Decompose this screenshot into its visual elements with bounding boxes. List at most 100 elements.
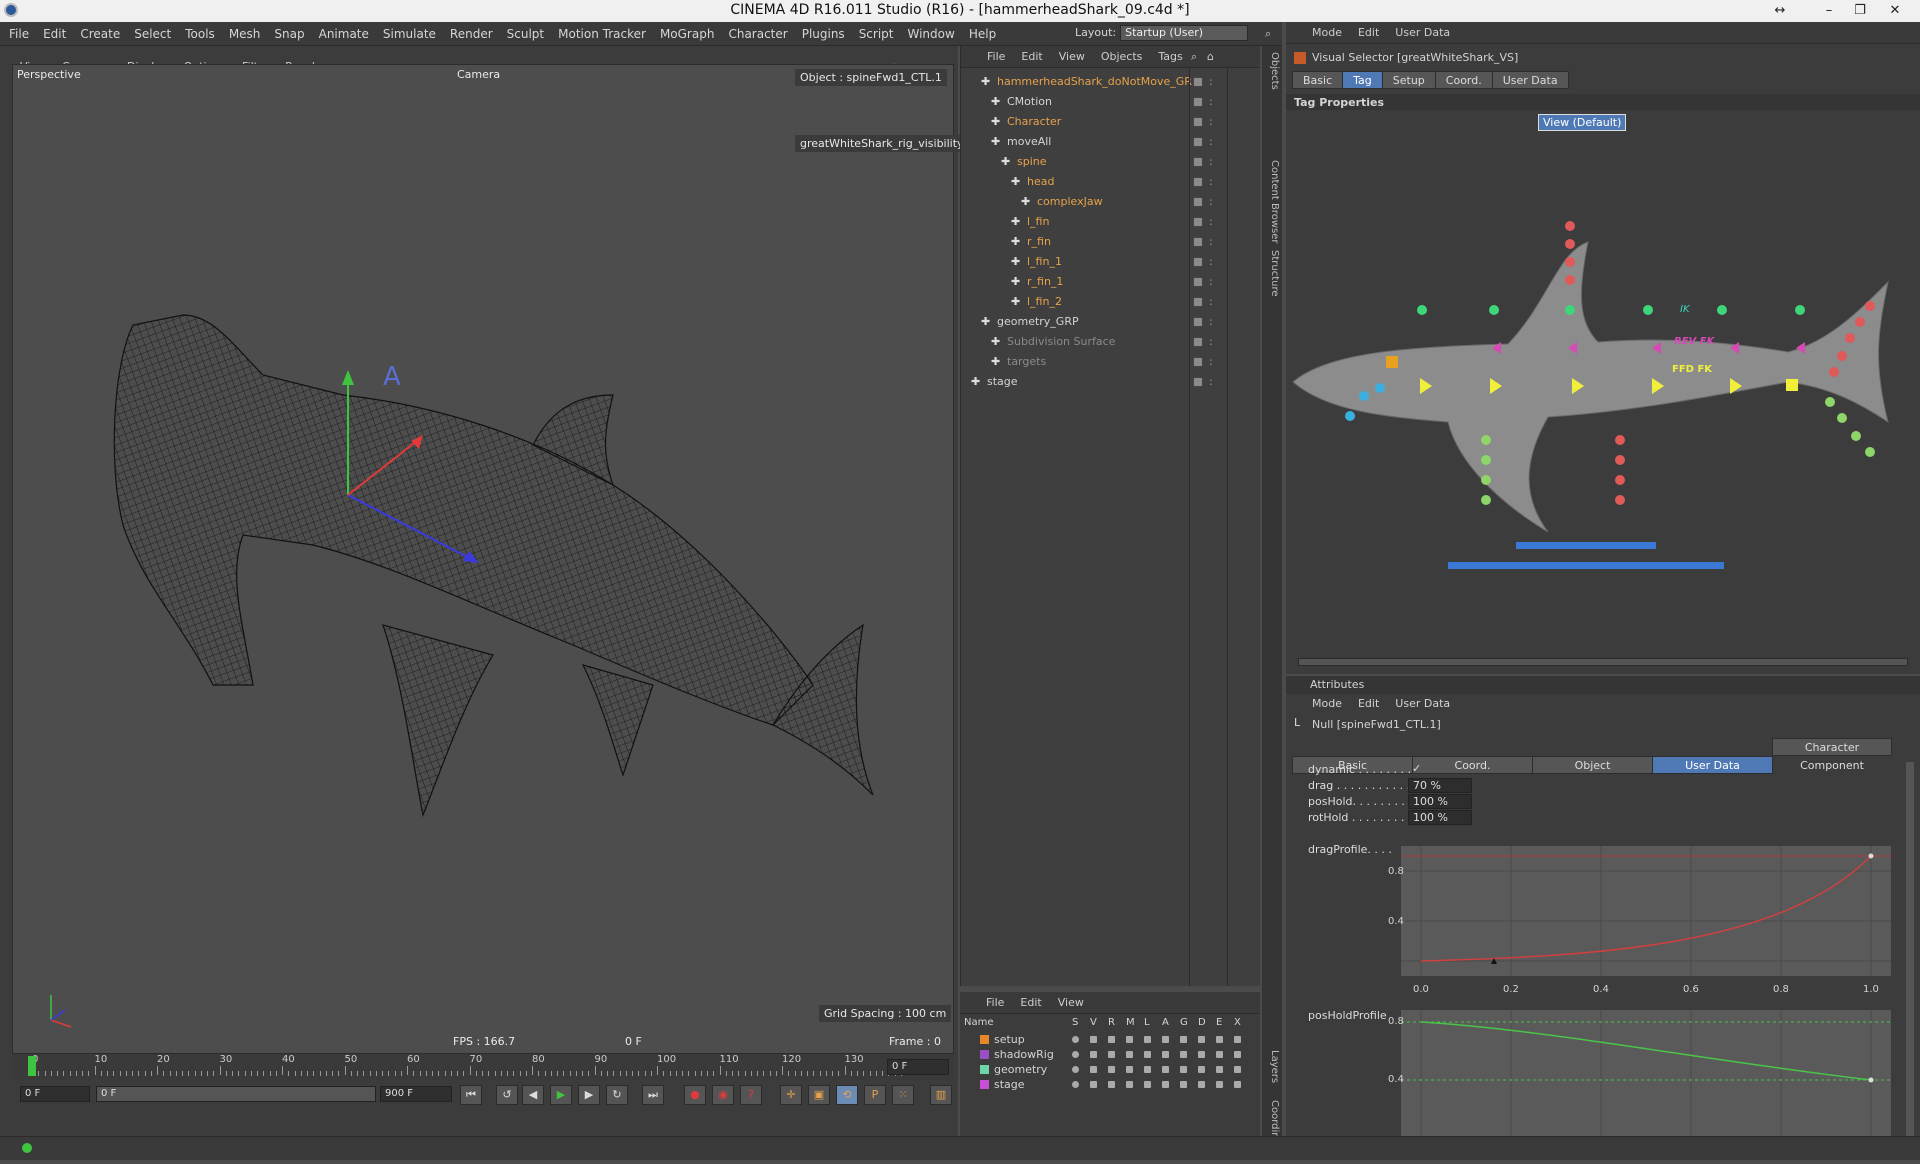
picker-control-dot[interactable] [1359, 391, 1369, 401]
parameter-key-button[interactable]: P [864, 1085, 886, 1105]
current-frame-field[interactable]: 0 F [887, 1059, 949, 1075]
pos-hold-profile-graph[interactable] [1401, 1010, 1891, 1140]
picker-control-dot[interactable] [1481, 495, 1491, 505]
attr-menu-edit[interactable]: Edit [1350, 694, 1387, 714]
autokey-button[interactable]: ◉ [712, 1085, 734, 1105]
layer-toggle-icon[interactable] [1180, 1036, 1187, 1043]
visibility-dots-icon[interactable]: : [1209, 312, 1213, 332]
layer-toggle-icon[interactable] [1072, 1051, 1079, 1058]
go-to-end-button[interactable]: ⏭ [642, 1085, 664, 1105]
spine-bar-long[interactable] [1448, 562, 1724, 569]
object-menu-tags[interactable]: Tags [1150, 46, 1190, 68]
attr-tab-object[interactable]: Object [1532, 756, 1653, 774]
picker-control-dot[interactable] [1565, 257, 1575, 267]
layer-row[interactable]: setup [960, 1032, 1260, 1047]
object-row[interactable]: ✚ head: [961, 172, 1261, 192]
previous-frame-button[interactable]: ◀ [522, 1085, 544, 1105]
ffd-fk-arrow-icon[interactable] [1490, 378, 1502, 394]
visibility-dots-icon[interactable]: : [1209, 272, 1213, 292]
view-default-button[interactable]: View (Default) [1538, 114, 1627, 131]
visibility-dots-icon[interactable]: : [1209, 72, 1213, 92]
object-menu-objects[interactable]: Objects [1093, 46, 1151, 68]
layer-toggle-icon[interactable] [1072, 1036, 1079, 1043]
visibility-dots-icon[interactable]: : [1209, 212, 1213, 232]
layer-checkbox[interactable] [1193, 297, 1203, 307]
layer-toggle-icon[interactable] [1108, 1081, 1115, 1088]
layer-checkbox[interactable] [1193, 177, 1203, 187]
picker-control-dot[interactable] [1865, 447, 1875, 457]
layer-color-swatch[interactable] [980, 1035, 989, 1044]
search-icon[interactable]: ⌕ [1265, 27, 1271, 41]
attr-tab-charactercomponent[interactable]: Character Component [1772, 738, 1892, 772]
ik-label[interactable]: IK [1680, 304, 1690, 315]
layer-column-header[interactable]: S [1072, 1017, 1078, 1028]
menu-window[interactable]: Window [901, 22, 962, 46]
vertical-scrollbar[interactable] [1906, 762, 1914, 1152]
record-button[interactable]: ● [684, 1085, 706, 1105]
layer-column-header[interactable]: M [1126, 1017, 1135, 1028]
layer-column-header[interactable]: V [1090, 1017, 1097, 1028]
layer-toggle-icon[interactable] [1072, 1066, 1079, 1073]
layer-toggle-icon[interactable] [1234, 1066, 1241, 1073]
picker-control-dot[interactable] [1375, 383, 1385, 393]
scale-key-button[interactable]: ▣ [808, 1085, 830, 1105]
head-control-square[interactable] [1386, 356, 1398, 368]
pos-hold-profile-label[interactable]: posHoldProfile [1308, 1008, 1387, 1024]
picker-control-dot[interactable] [1855, 317, 1865, 327]
3d-viewport[interactable]: Perspective Camera Object : spineFwd1_CT… [12, 64, 969, 1054]
layer-toggle-icon[interactable] [1216, 1036, 1223, 1043]
ffd-fk-arrow-icon[interactable] [1572, 378, 1584, 394]
search-icon[interactable]: ⌕ [1191, 50, 1197, 64]
attr-menu-user-data[interactable]: User Data [1387, 694, 1458, 714]
menu-snap[interactable]: Snap [267, 22, 311, 46]
layer-column-header[interactable]: E [1216, 1017, 1222, 1028]
vs-tab-coord[interactable]: Coord. [1434, 71, 1493, 89]
vs-menu-edit[interactable]: Edit [1350, 22, 1387, 44]
object-row[interactable]: ✚ r_fin_1: [961, 272, 1261, 292]
picker-control-dot[interactable] [1615, 475, 1625, 485]
layer-menu-edit[interactable]: Edit [1012, 992, 1049, 1014]
vs-tab-basic[interactable]: Basic [1292, 71, 1344, 89]
side-tab-structure[interactable]: Structure [1264, 246, 1280, 301]
spine-bar-short[interactable] [1516, 542, 1656, 549]
visibility-dots-icon[interactable]: : [1209, 152, 1213, 172]
side-tab-content-browser[interactable]: Content Browser [1264, 156, 1280, 247]
menu-mesh[interactable]: Mesh [222, 22, 268, 46]
menu-motion-tracker[interactable]: Motion Tracker [551, 22, 653, 46]
visibility-dots-icon[interactable]: : [1209, 252, 1213, 272]
menu-create[interactable]: Create [73, 22, 127, 46]
layer-checkbox[interactable] [1193, 357, 1203, 367]
layer-checkbox[interactable] [1193, 97, 1203, 107]
layout-selector[interactable]: Layout: Startup (User) [1075, 25, 1249, 41]
layer-toggle-icon[interactable] [1108, 1036, 1115, 1043]
layer-toggle-icon[interactable] [1162, 1081, 1169, 1088]
object-row[interactable]: ✚ l_fin_2: [961, 292, 1261, 312]
layer-toggle-icon[interactable] [1234, 1081, 1241, 1088]
rev-fk-arrow-icon[interactable] [1652, 342, 1661, 354]
ffd-fk-arrow-icon[interactable] [1730, 378, 1742, 394]
layer-column-header[interactable]: A [1162, 1017, 1169, 1028]
object-row[interactable]: ✚ complexJaw: [961, 192, 1261, 212]
menu-tools[interactable]: Tools [178, 22, 222, 46]
visibility-dots-icon[interactable]: : [1209, 232, 1213, 252]
side-tab-objects[interactable]: Objects [1264, 48, 1280, 94]
picker-control-dot[interactable] [1417, 305, 1427, 315]
timeline-ruler[interactable]: 0102030405060708090100110120130 0 F [12, 1054, 954, 1080]
picker-control-dot[interactable] [1837, 413, 1847, 423]
object-row[interactable]: ✚ moveAll: [961, 132, 1261, 152]
visibility-dots-icon[interactable]: : [1209, 192, 1213, 212]
layer-toggle-icon[interactable] [1090, 1081, 1097, 1088]
picker-control-dot[interactable] [1643, 305, 1653, 315]
picker-control-dot[interactable] [1481, 475, 1491, 485]
layer-row[interactable]: geometry [960, 1062, 1260, 1077]
visibility-dots-icon[interactable]: : [1209, 172, 1213, 192]
picker-control-dot[interactable] [1565, 305, 1575, 315]
layer-toggle-icon[interactable] [1198, 1036, 1205, 1043]
object-row[interactable]: ✚ l_fin: [961, 212, 1261, 232]
picker-control-dot[interactable] [1851, 431, 1861, 441]
layer-checkbox[interactable] [1193, 157, 1203, 167]
layer-toggle-icon[interactable] [1162, 1051, 1169, 1058]
side-tab-layers[interactable]: Layers [1264, 1046, 1280, 1087]
layer-toggle-icon[interactable] [1126, 1036, 1133, 1043]
attr-tab-userdata[interactable]: User Data [1652, 756, 1773, 774]
